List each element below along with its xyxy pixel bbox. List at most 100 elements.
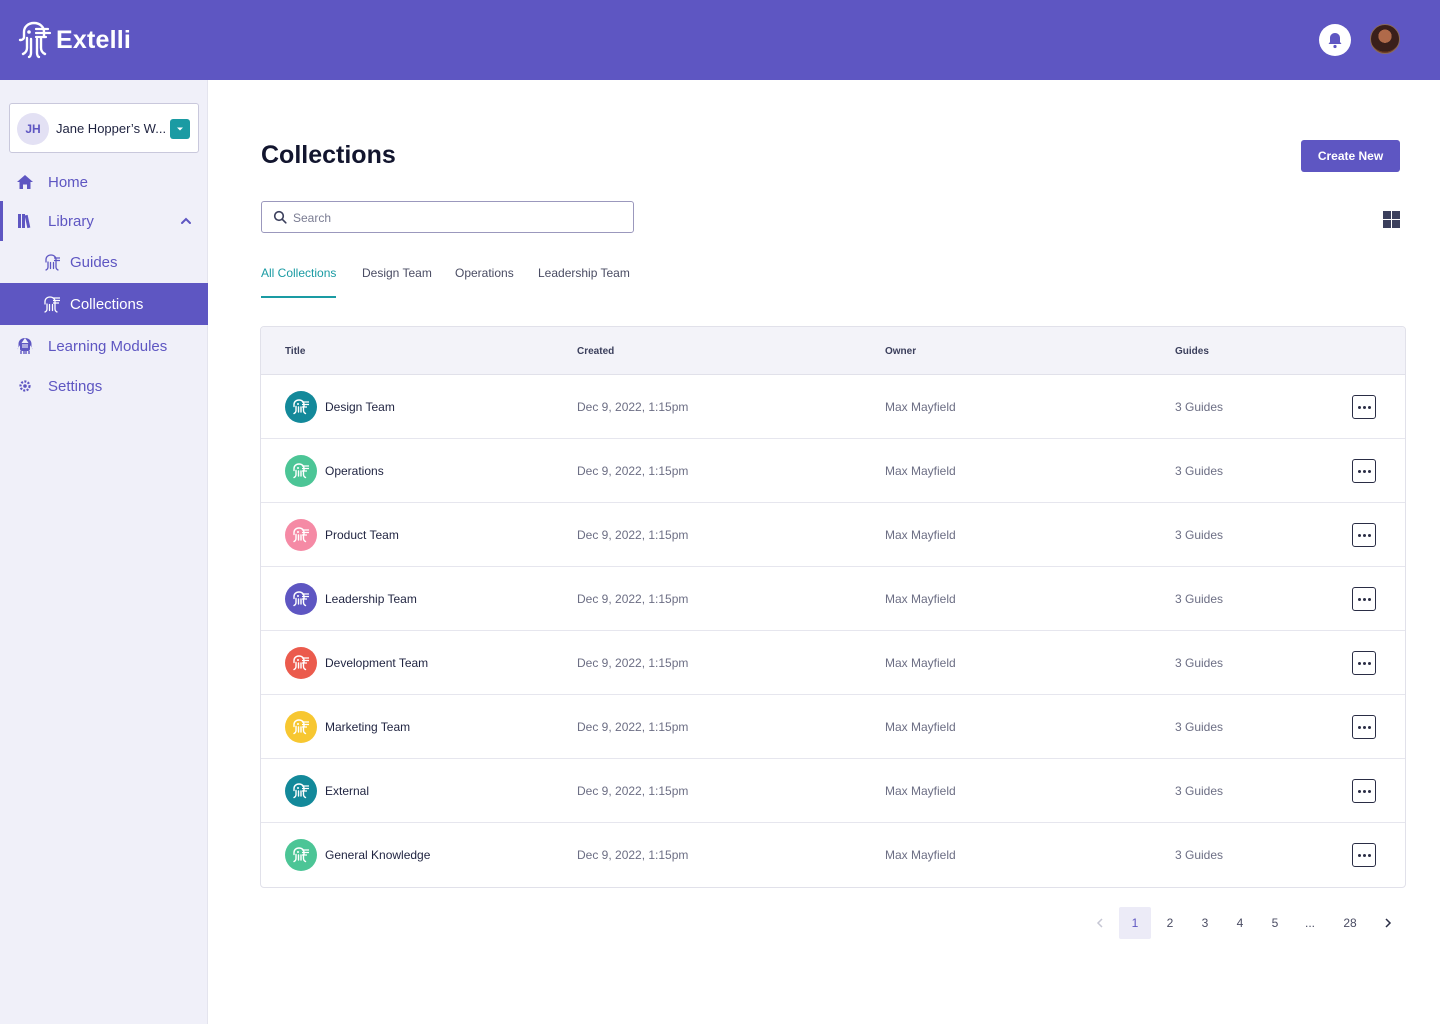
guides-icon [43, 253, 61, 271]
collection-icon [285, 519, 317, 551]
brand-name: Extelli [56, 25, 132, 54]
extelli-logo[interactable]: Extelli [16, 20, 131, 60]
home-icon [16, 173, 34, 191]
tab-all-collections[interactable]: All Collections [261, 266, 337, 298]
user-avatar[interactable] [1370, 24, 1400, 54]
more-options-button[interactable] [1352, 715, 1376, 739]
workspace-name: Jane Hopper’s W... [56, 121, 167, 136]
sidebar-item-label: Library [48, 212, 94, 230]
page-4-button[interactable]: 4 [1224, 907, 1256, 939]
guides-count: 3 Guides [1175, 848, 1224, 862]
sidebar-item-label: Collections [70, 295, 144, 313]
collection-title[interactable]: Marketing Team [325, 720, 410, 734]
collection-title[interactable]: Development Team [325, 656, 428, 670]
sidebar-item-home[interactable]: Home [0, 162, 208, 202]
next-page-button[interactable] [1372, 907, 1404, 939]
library-icon [16, 212, 34, 230]
table-row[interactable]: Product Team Dec 9, 2022, 1:15pm Max Mayfi… [261, 503, 1405, 567]
created-date: Dec 9, 2022, 1:15pm [577, 400, 689, 414]
guides-count: 3 Guides [1175, 528, 1224, 542]
created-date: Dec 9, 2022, 1:15pm [577, 528, 689, 542]
table-row[interactable]: Marketing Team Dec 9, 2022, 1:15pm Max May… [261, 695, 1405, 759]
collection-title[interactable]: General Knowledge [325, 848, 430, 862]
table-row[interactable]: Development Team Dec 9, 2022, 1:15pm Max M… [261, 631, 1405, 695]
more-options-button[interactable] [1352, 651, 1376, 675]
tab-leadership-team[interactable]: Leadership Team [538, 266, 630, 298]
pagination-ellipsis: ... [1304, 916, 1315, 930]
chevron-left-icon [1096, 918, 1103, 928]
column-header-created[interactable]: Created [577, 346, 614, 357]
tab-design-team[interactable]: Design Team [362, 266, 432, 298]
search-input[interactable] [293, 208, 623, 228]
created-date: Dec 9, 2022, 1:15pm [577, 784, 689, 798]
sidebar-item-learning-modules[interactable]: Learning Modules [0, 326, 208, 366]
sidebar-item-guides[interactable]: Guides [0, 242, 208, 282]
sidebar-item-settings[interactable]: Settings [0, 366, 208, 406]
more-options-button[interactable] [1352, 459, 1376, 483]
search-icon [273, 210, 287, 224]
page-5-button[interactable]: 5 [1259, 907, 1291, 939]
collections-table: Title Created Owner Guides Design Team De… [260, 326, 1406, 888]
owner-name: Max Mayfield [885, 848, 956, 862]
collection-title[interactable]: Product Team [325, 528, 399, 542]
chevron-down-icon[interactable] [170, 119, 190, 139]
previous-page-button[interactable] [1084, 907, 1116, 939]
more-options-button[interactable] [1352, 587, 1376, 611]
table-row[interactable]: General Knowledge Dec 9, 2022, 1:15pm Max … [261, 823, 1405, 887]
guides-count: 3 Guides [1175, 464, 1224, 478]
collection-icon [285, 775, 317, 807]
search-field[interactable] [261, 201, 634, 233]
tab-operations[interactable]: Operations [455, 266, 514, 298]
workspace-switcher[interactable]: JH Jane Hopper’s W... [9, 103, 199, 153]
created-date: Dec 9, 2022, 1:15pm [577, 720, 689, 734]
page-1-button[interactable]: 1 [1119, 907, 1151, 939]
created-date: Dec 9, 2022, 1:15pm [577, 464, 689, 478]
owner-name: Max Mayfield [885, 528, 956, 542]
top-header: Extelli [0, 0, 1440, 80]
sidebar-item-label: Learning Modules [48, 337, 168, 355]
collection-title[interactable]: External [325, 784, 369, 798]
column-header-owner[interactable]: Owner [885, 346, 916, 357]
sidebar-item-label: Settings [48, 377, 103, 395]
page-2-button[interactable]: 2 [1154, 907, 1186, 939]
collection-icon [285, 583, 317, 615]
bell-icon[interactable] [1319, 24, 1351, 56]
column-header-title[interactable]: Title [285, 346, 305, 357]
table-row[interactable]: Leadership Team Dec 9, 2022, 1:15pm Max Ma… [261, 567, 1405, 631]
collections-icon [43, 295, 61, 313]
chevron-up-icon[interactable] [179, 214, 193, 228]
collection-title[interactable]: Leadership Team [325, 592, 417, 606]
collection-icon [285, 455, 317, 487]
more-options-button[interactable] [1352, 523, 1376, 547]
page-3-button[interactable]: 3 [1189, 907, 1221, 939]
page-title: Collections [261, 141, 396, 169]
sidebar-item-collections[interactable]: Collections [0, 283, 208, 325]
table-row[interactable]: Operations Dec 9, 2022, 1:15pm Max Mayfiel… [261, 439, 1405, 503]
more-options-button[interactable] [1352, 779, 1376, 803]
guides-count: 3 Guides [1175, 592, 1224, 606]
table-row[interactable]: External Dec 9, 2022, 1:15pm Max Mayfield 3… [261, 759, 1405, 823]
sidebar-item-library[interactable]: Library [0, 201, 208, 241]
collection-title[interactable]: Operations [325, 464, 384, 478]
guides-count: 3 Guides [1175, 400, 1224, 414]
owner-name: Max Mayfield [885, 720, 956, 734]
collection-icon [285, 839, 317, 871]
page-28-button[interactable]: 28 [1334, 907, 1366, 939]
grid-view-icon[interactable] [1383, 211, 1400, 228]
owner-name: Max Mayfield [885, 784, 956, 798]
more-options-button[interactable] [1352, 395, 1376, 419]
create-new-button[interactable]: Create New [1301, 140, 1400, 172]
chevron-right-icon [1385, 918, 1392, 928]
collection-title[interactable]: Design Team [325, 400, 395, 414]
gear-icon [16, 377, 34, 395]
table-row[interactable]: Design Team Dec 9, 2022, 1:15pm Max Mayfie… [261, 375, 1405, 439]
guides-count: 3 Guides [1175, 720, 1224, 734]
guides-count: 3 Guides [1175, 784, 1224, 798]
more-options-button[interactable] [1352, 843, 1376, 867]
column-header-guides[interactable]: Guides [1175, 346, 1209, 357]
owner-name: Max Mayfield [885, 656, 956, 670]
collection-icon [285, 647, 317, 679]
created-date: Dec 9, 2022, 1:15pm [577, 592, 689, 606]
octopus-logo-icon [18, 21, 52, 59]
owner-name: Max Mayfield [885, 464, 956, 478]
